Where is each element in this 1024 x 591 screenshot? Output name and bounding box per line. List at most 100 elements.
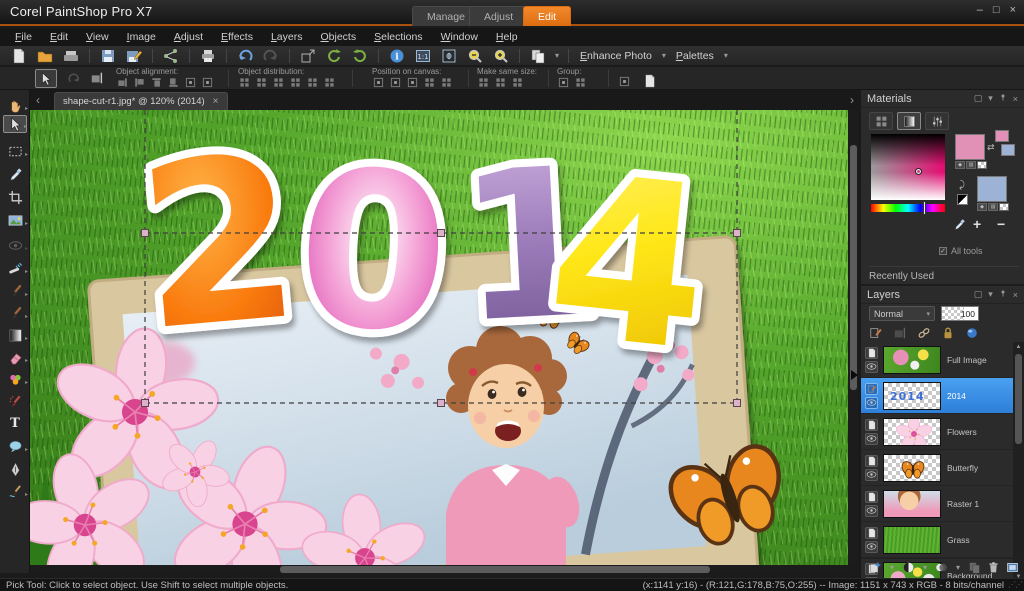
fill-tool[interactable]: ▸ bbox=[3, 326, 27, 344]
restore-panel-icon[interactable]: ▢ bbox=[974, 289, 983, 300]
pan-tool[interactable]: ▸ bbox=[3, 96, 27, 114]
visibility-eye-icon[interactable] bbox=[865, 541, 878, 553]
resize-icon[interactable] bbox=[297, 47, 319, 65]
edit-selection-icon[interactable] bbox=[869, 326, 883, 340]
close-panel-icon[interactable]: × bbox=[1013, 290, 1018, 300]
vertical-scrollbar-thumb[interactable] bbox=[850, 145, 857, 390]
menu-layers[interactable]: Layers bbox=[262, 29, 312, 45]
materials-rainbow-tab[interactable] bbox=[897, 112, 921, 130]
new-mask-layer-icon[interactable] bbox=[902, 561, 915, 574]
pen-tool[interactable] bbox=[3, 460, 27, 478]
pin-icon[interactable] bbox=[999, 289, 1007, 300]
layer-row-full-image[interactable]: Full Image bbox=[861, 342, 1013, 378]
new-icon[interactable] bbox=[8, 47, 30, 65]
layer-row-butterfly[interactable]: Butterfly bbox=[861, 450, 1013, 486]
zoom-out-icon[interactable] bbox=[464, 47, 486, 65]
delete-layer-icon[interactable] bbox=[987, 561, 1000, 574]
fg-pattern-button[interactable] bbox=[977, 161, 987, 169]
copy-special-icon[interactable] bbox=[527, 47, 549, 65]
layer-effects-icon[interactable] bbox=[965, 326, 979, 340]
layer-row-raster1[interactable]: Raster 1 bbox=[861, 486, 1013, 522]
black-white-reset-icon[interactable] bbox=[957, 194, 968, 205]
menu-edit[interactable]: Edit bbox=[41, 29, 77, 45]
text-tool[interactable]: T bbox=[3, 414, 27, 432]
paint-brush-tool[interactable]: ▸ bbox=[3, 304, 27, 322]
layer-thumbnail[interactable] bbox=[883, 526, 941, 554]
preset-shapes-tool[interactable]: ▸ bbox=[3, 437, 27, 455]
background-swatch[interactable] bbox=[977, 176, 1007, 202]
maximize-button[interactable]: □ bbox=[993, 4, 1000, 16]
image-information-icon[interactable] bbox=[386, 47, 408, 65]
menu-file[interactable]: File bbox=[6, 29, 41, 45]
link-layers-icon[interactable] bbox=[917, 326, 931, 340]
menu-selections[interactable]: Selections bbox=[365, 29, 431, 45]
document-close-icon[interactable]: × bbox=[213, 96, 219, 107]
menu-view[interactable]: View bbox=[77, 29, 118, 45]
layer-row-grass[interactable]: Grass bbox=[861, 522, 1013, 558]
crop-tool[interactable] bbox=[3, 188, 27, 206]
selection-tool[interactable]: ▸ bbox=[3, 142, 27, 160]
bg-pattern-button[interactable] bbox=[999, 203, 1009, 211]
workspace-tab-edit[interactable]: Edit bbox=[523, 6, 571, 26]
airbrush-tool[interactable] bbox=[3, 392, 27, 410]
pick-tool[interactable]: ▸ bbox=[3, 115, 27, 133]
minimize-button[interactable]: – bbox=[977, 4, 983, 16]
lock-transparency-icon[interactable] bbox=[941, 326, 955, 340]
defloat-icon[interactable] bbox=[643, 74, 657, 88]
layer-type-icon[interactable] bbox=[865, 491, 878, 503]
align-top-icon[interactable] bbox=[116, 77, 129, 88]
export-object-icon[interactable] bbox=[90, 71, 104, 85]
vertical-scrollbar[interactable] bbox=[848, 110, 858, 565]
workspace-tab-adjust[interactable]: Adjust bbox=[469, 6, 528, 26]
canvas[interactable]: 2 0 1 4 bbox=[30, 110, 848, 565]
restore-panel-icon[interactable]: ▢ bbox=[974, 93, 983, 104]
visibility-eye-icon[interactable] bbox=[865, 505, 878, 517]
tab-scroll-left-icon[interactable]: ‹ bbox=[36, 93, 40, 107]
layer-thumbnail[interactable] bbox=[883, 418, 941, 446]
chevron-down-icon[interactable]: ▾ bbox=[553, 51, 561, 60]
zoom-in-icon[interactable] bbox=[490, 47, 512, 65]
eraser-tool[interactable]: ▸ bbox=[3, 348, 27, 366]
all-tools-checkbox[interactable]: ✓ bbox=[939, 247, 947, 255]
menu-objects[interactable]: Objects bbox=[311, 29, 365, 45]
visibility-eye-icon[interactable] bbox=[865, 397, 878, 409]
rotate-left-icon[interactable] bbox=[323, 47, 345, 65]
group-objects-icon[interactable] bbox=[557, 77, 570, 88]
horizontal-scrollbar[interactable] bbox=[30, 565, 848, 574]
color-field[interactable] bbox=[871, 134, 945, 200]
space-evenly-h-icon[interactable] bbox=[423, 77, 436, 88]
color-field-marker[interactable] bbox=[915, 168, 922, 175]
straighten-tool[interactable]: ▸ bbox=[3, 211, 27, 229]
pin-icon[interactable] bbox=[999, 93, 1007, 104]
selection-box-icon[interactable] bbox=[618, 76, 631, 87]
fg-gradient-button[interactable]: ▨ bbox=[966, 161, 976, 169]
close-panel-icon[interactable]: × bbox=[1013, 94, 1018, 104]
edit-selection-toggle-icon[interactable] bbox=[1006, 561, 1019, 574]
bg-gradient-button[interactable]: ▨ bbox=[988, 203, 998, 211]
chevron-down-icon[interactable]: ▾ bbox=[988, 289, 993, 300]
layer-type-icon[interactable] bbox=[865, 527, 878, 539]
layer-thumbnail[interactable] bbox=[883, 346, 941, 374]
align-bottom-icon[interactable] bbox=[133, 77, 146, 88]
layer-row-2014[interactable]: 2014 2014 bbox=[861, 378, 1013, 414]
swap-colors-icon[interactable]: ⤸ bbox=[959, 180, 965, 191]
share-icon[interactable] bbox=[160, 47, 182, 65]
new-adjustment-layer-icon[interactable] bbox=[935, 561, 948, 574]
chevron-down-icon[interactable]: ▾ bbox=[921, 563, 929, 572]
scroll-up-icon[interactable]: ▲ bbox=[1013, 342, 1024, 352]
menu-image[interactable]: Image bbox=[118, 29, 165, 45]
makeover-tool[interactable]: ▸ bbox=[3, 259, 27, 277]
bg-color-button[interactable]: ◆ bbox=[977, 203, 987, 211]
opacity-slider[interactable]: 100 bbox=[941, 306, 979, 321]
fit-to-window-icon[interactable] bbox=[438, 47, 460, 65]
scan-icon[interactable] bbox=[60, 47, 82, 65]
layer-type-icon[interactable] bbox=[865, 419, 878, 431]
warp-brush-tool[interactable]: ▸ bbox=[3, 482, 27, 500]
visibility-eye-icon[interactable] bbox=[865, 469, 878, 481]
visibility-eye-icon[interactable] bbox=[865, 361, 878, 373]
add-swatch-button[interactable]: + bbox=[973, 216, 981, 232]
save-as-icon[interactable] bbox=[123, 47, 145, 65]
layer-row-flowers[interactable]: Flowers bbox=[861, 414, 1013, 450]
dropper-tool[interactable] bbox=[3, 165, 27, 183]
layer-thumbnail[interactable]: 2014 bbox=[883, 382, 941, 410]
